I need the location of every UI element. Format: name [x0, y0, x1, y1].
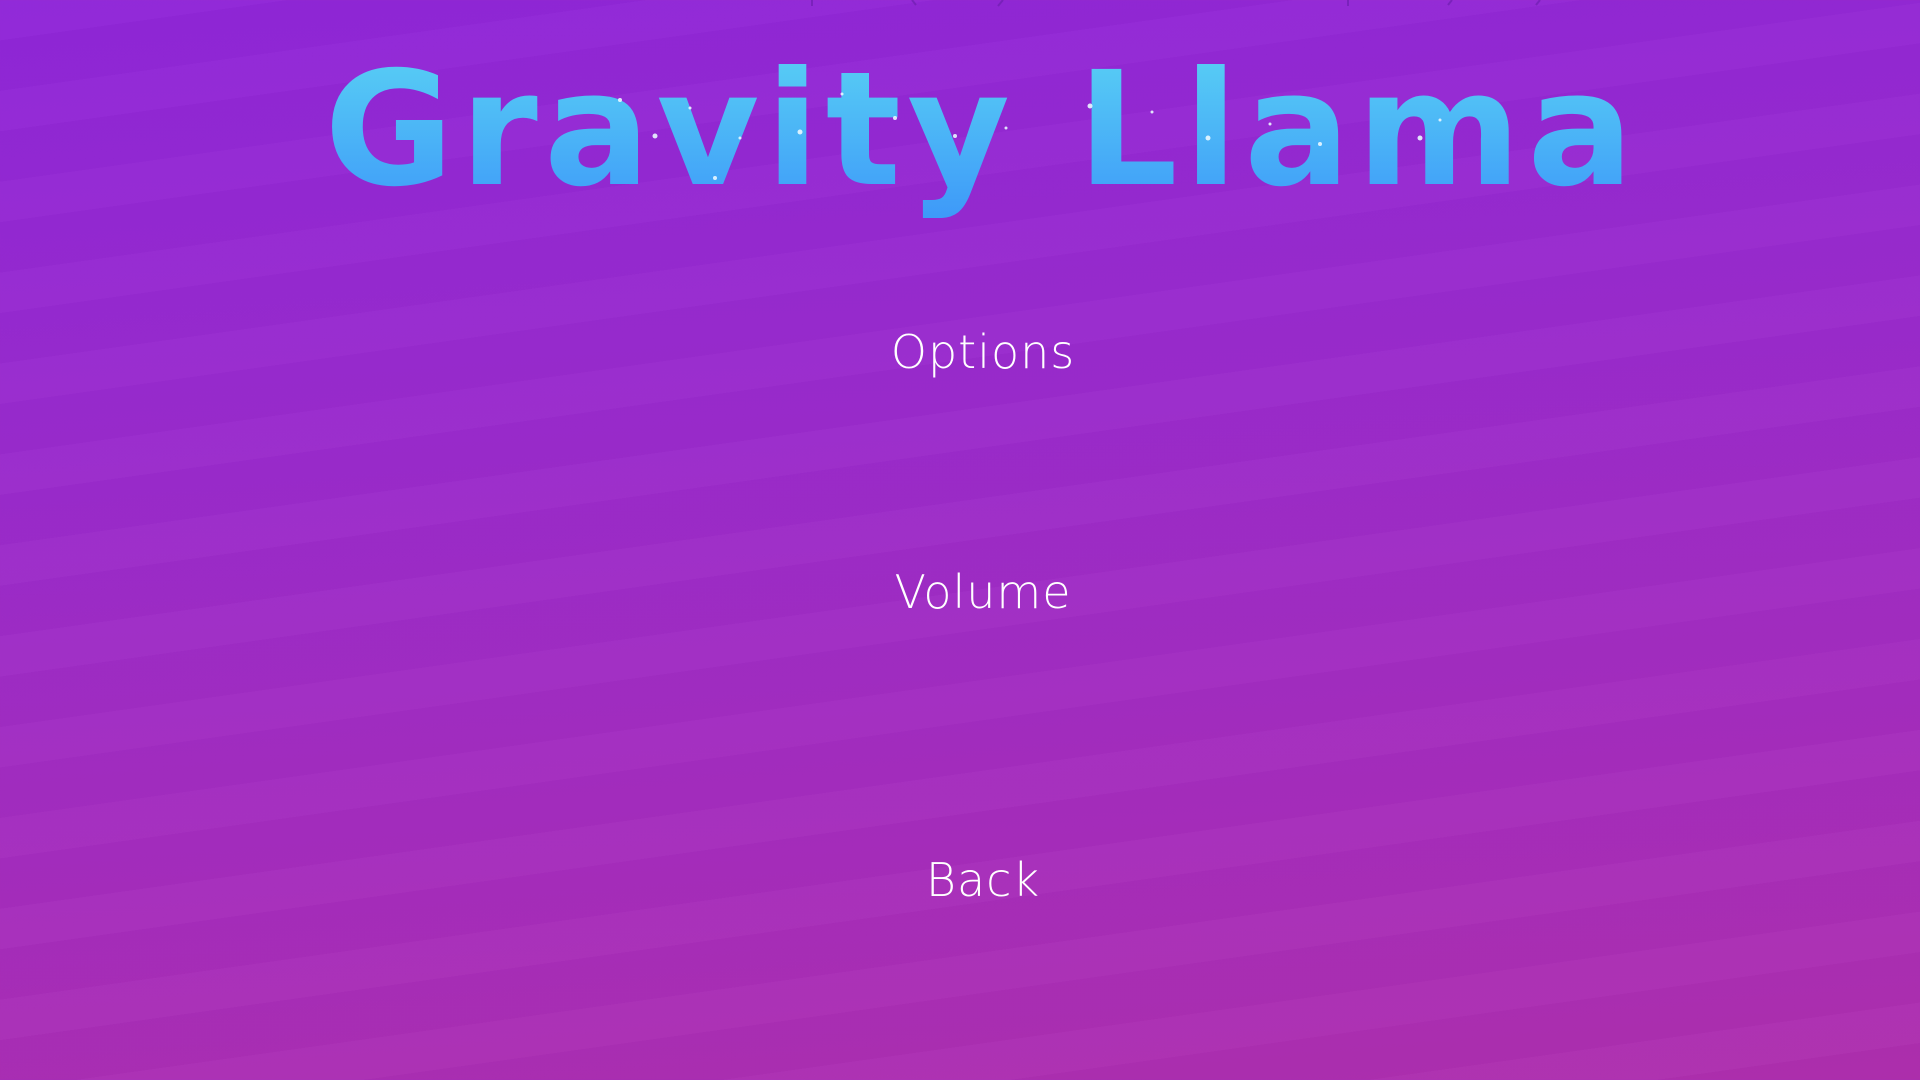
volume-button[interactable]: Volume [0, 562, 1920, 622]
game-title: Gravity Llama [324, 38, 1640, 218]
options-heading: Options [890, 325, 1076, 379]
top-edge-marks [811, 0, 1541, 7]
back-button[interactable]: Back [0, 850, 1920, 910]
game-logo: Gravity Llama [0, 28, 1920, 218]
game-logo-svg: Gravity Llama [324, 38, 1640, 218]
